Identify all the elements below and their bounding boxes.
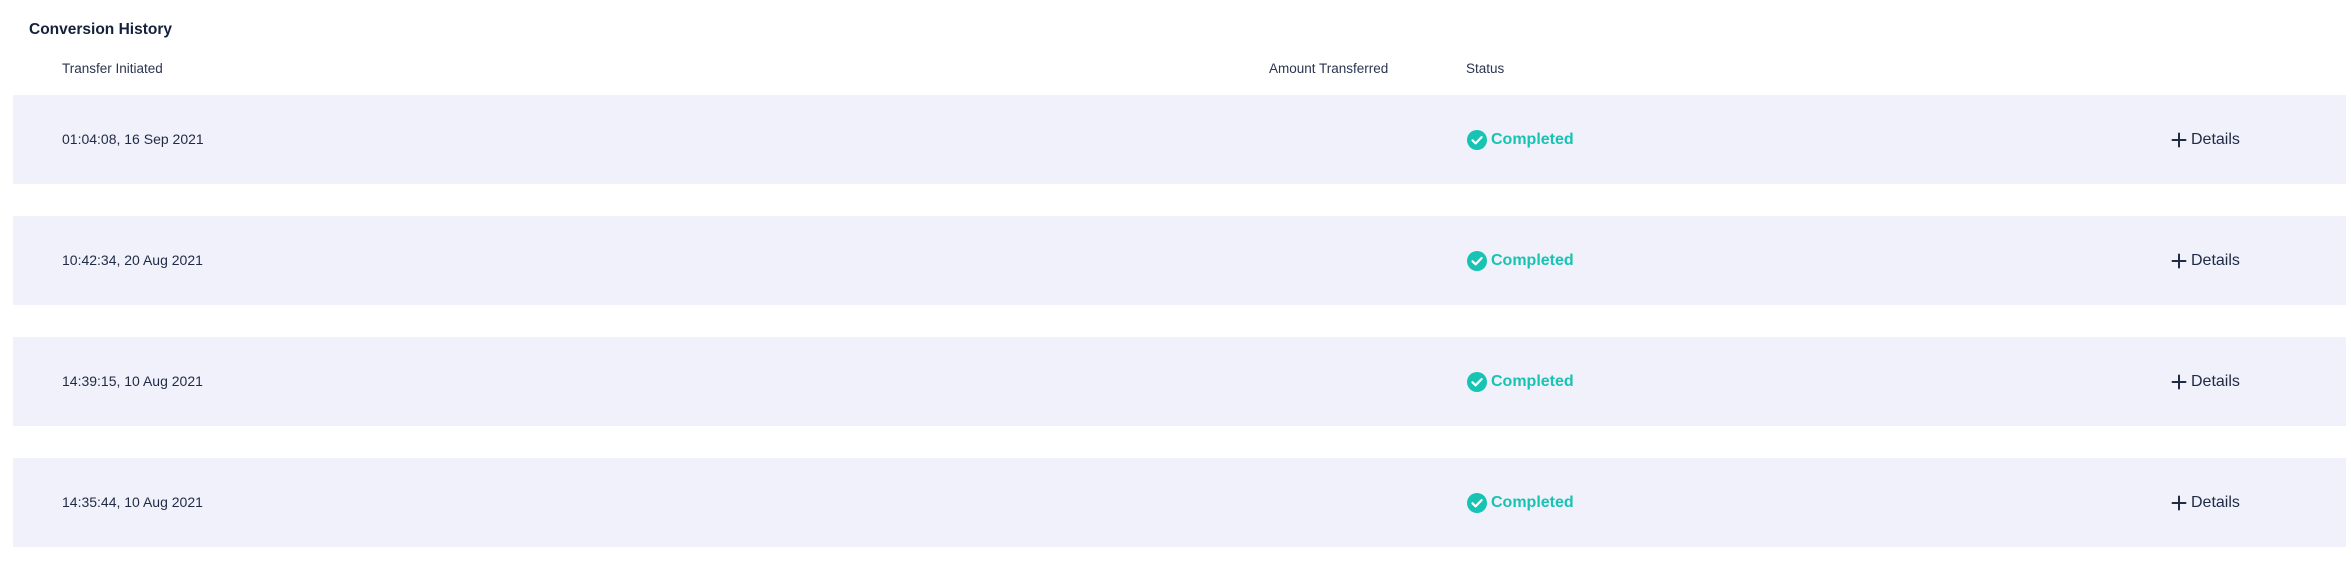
status-badge: Completed (1467, 216, 1574, 305)
check-circle-icon (1467, 492, 1487, 513)
plus-icon (2171, 253, 2187, 268)
details-button[interactable]: Details (2171, 458, 2240, 547)
conversion-history-list: 01:04:08, 16 Sep 2021 Completed Details … (13, 95, 2346, 579)
status-text: Completed (1491, 130, 1574, 148)
status-badge: Completed (1467, 458, 1574, 547)
status-badge: Completed (1467, 95, 1574, 184)
status-text: Completed (1491, 251, 1574, 269)
details-label: Details (2191, 493, 2240, 511)
plus-icon (2171, 495, 2187, 510)
details-label: Details (2191, 372, 2240, 390)
table-row: 14:39:15, 10 Aug 2021 Completed Details (13, 337, 2346, 426)
header-amount-transferred: Amount Transferred (1269, 61, 1389, 76)
table-row: 10:42:34, 20 Aug 2021 Completed Details (13, 216, 2346, 305)
transfer-initiated-cell: 14:39:15, 10 Aug 2021 (62, 373, 203, 389)
table-row: 14:35:44, 10 Aug 2021 Completed Details (13, 458, 2346, 547)
details-label: Details (2191, 251, 2240, 269)
check-circle-icon (1467, 250, 1487, 271)
details-button[interactable]: Details (2171, 216, 2240, 305)
check-circle-icon (1467, 371, 1487, 392)
transfer-initiated-cell: 01:04:08, 16 Sep 2021 (62, 131, 204, 147)
status-badge: Completed (1467, 337, 1574, 426)
header-transfer-initiated: Transfer Initiated (62, 61, 163, 76)
transfer-initiated-cell: 14:35:44, 10 Aug 2021 (62, 494, 203, 510)
header-status: Status (1466, 61, 1505, 76)
status-text: Completed (1491, 372, 1574, 390)
plus-icon (2171, 374, 2187, 389)
details-label: Details (2191, 130, 2240, 148)
table-row: 01:04:08, 16 Sep 2021 Completed Details (13, 95, 2346, 184)
table-header: Transfer Initiated Amount Transferred St… (0, 58, 2351, 80)
status-text: Completed (1491, 493, 1574, 511)
details-button[interactable]: Details (2171, 95, 2240, 184)
details-button[interactable]: Details (2171, 337, 2240, 426)
transfer-initiated-cell: 10:42:34, 20 Aug 2021 (62, 252, 203, 268)
page-title: Conversion History (29, 21, 172, 38)
check-circle-icon (1467, 129, 1487, 150)
plus-icon (2171, 132, 2187, 147)
